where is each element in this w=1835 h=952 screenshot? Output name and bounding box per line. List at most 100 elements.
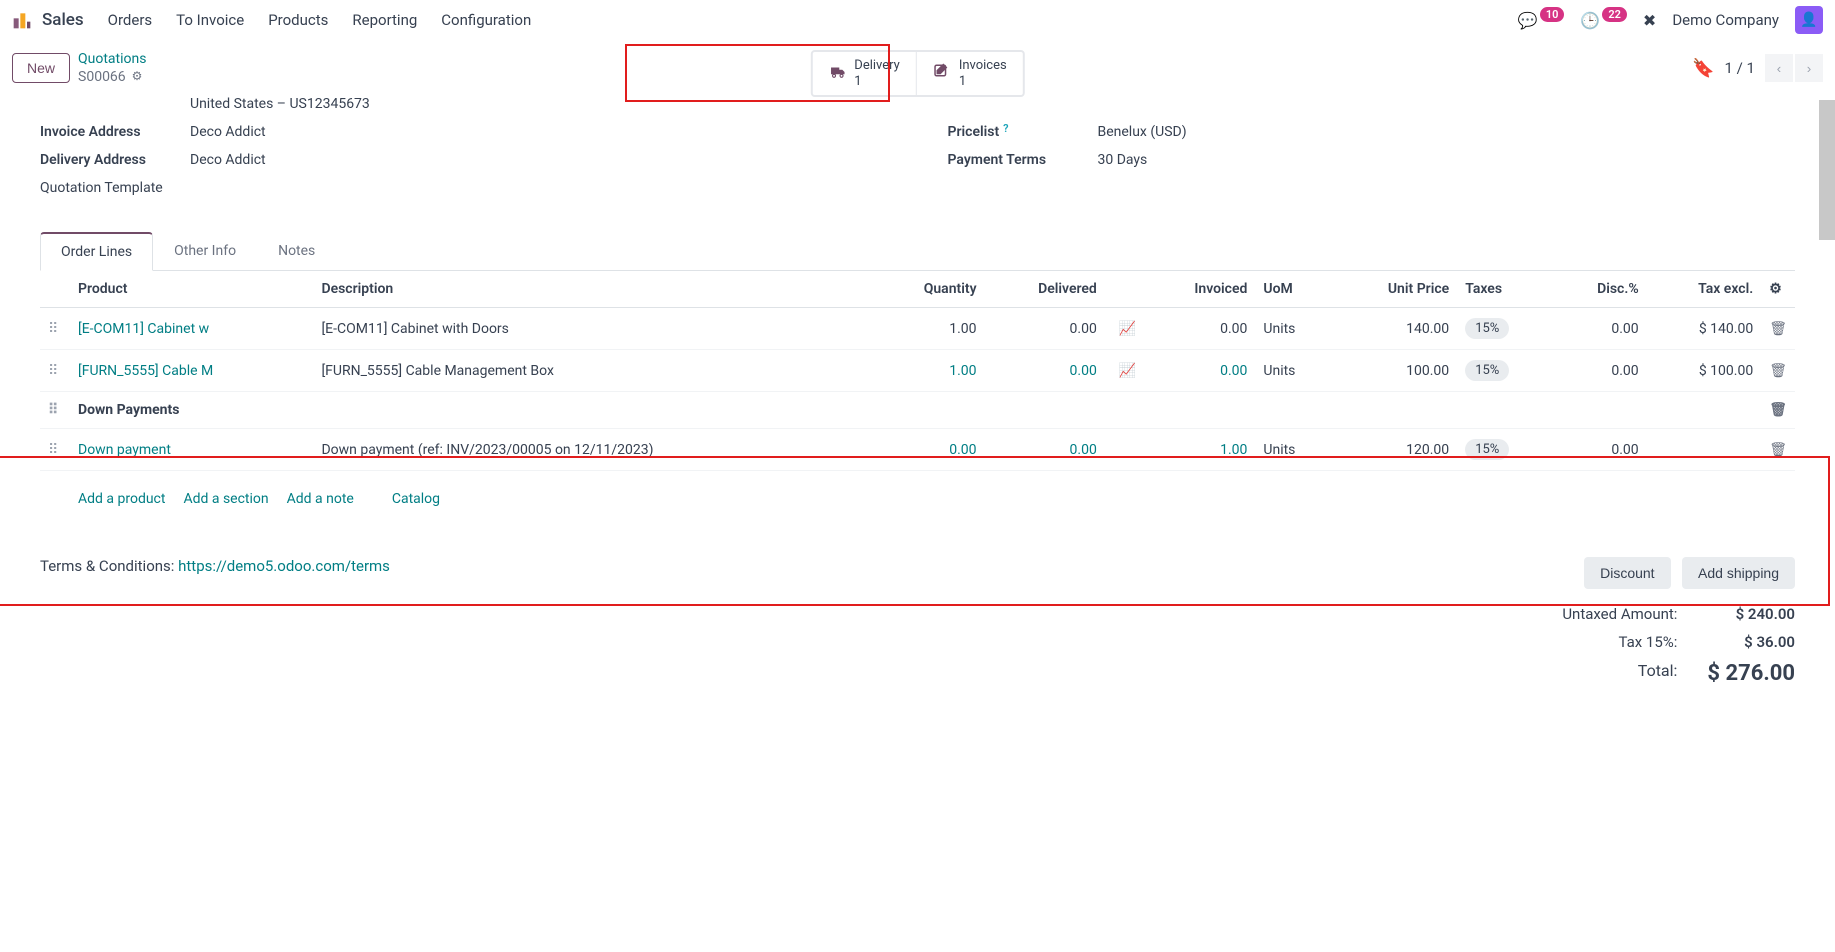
messages-icon[interactable]: 💬10 [1518, 11, 1565, 30]
help-icon[interactable]: ? [1003, 122, 1008, 135]
invoices-stat-button[interactable]: Invoices 1 [917, 52, 1023, 95]
line-qty[interactable]: 1.00 [874, 350, 985, 392]
delete-line-icon[interactable]: 🗑 [1769, 442, 1787, 458]
messages-badge: 10 [1540, 7, 1565, 22]
col-description[interactable]: Description [313, 271, 873, 308]
drag-handle-icon[interactable]: ⠿ [48, 402, 58, 418]
line-qty[interactable]: 0.00 [874, 429, 985, 471]
line-description[interactable]: [FURN_5555] Cable Management Box [313, 350, 873, 392]
line-uom[interactable]: Units [1255, 350, 1332, 392]
pager-text: 1 / 1 [1725, 59, 1756, 77]
nav-configuration[interactable]: Configuration [441, 11, 531, 29]
line-unit-price[interactable]: 140.00 [1333, 308, 1457, 350]
forecast-icon[interactable]: 📈 [1119, 321, 1136, 337]
nav-reporting[interactable]: Reporting [352, 11, 417, 29]
tab-other-info[interactable]: Other Info [153, 232, 257, 270]
col-invoiced[interactable]: Invoiced [1144, 271, 1255, 308]
terms-link[interactable]: https://demo5.odoo.com/terms [178, 557, 390, 575]
line-disc[interactable]: 0.00 [1554, 350, 1647, 392]
breadcrumb-parent[interactable]: Quotations [78, 50, 146, 68]
tab-notes[interactable]: Notes [257, 232, 336, 270]
invoice-address-value[interactable]: Deco Addict [190, 124, 266, 140]
delete-line-icon[interactable]: 🗑 [1769, 321, 1787, 337]
add-product-link[interactable]: Add a product [78, 491, 165, 507]
col-product[interactable]: Product [70, 271, 313, 308]
column-settings-icon[interactable]: ⚙ [1761, 271, 1795, 308]
line-uom[interactable]: Units [1255, 429, 1332, 471]
nav-menu: Orders To Invoice Products Reporting Con… [108, 11, 1518, 29]
product-link[interactable]: [FURN_5555] Cable M [78, 363, 213, 379]
line-uom[interactable]: Units [1255, 308, 1332, 350]
col-disc[interactable]: Disc.% [1554, 271, 1647, 308]
nav-to-invoice[interactable]: To Invoice [176, 11, 244, 29]
col-unit-price[interactable]: Unit Price [1333, 271, 1457, 308]
line-invoiced[interactable]: 0.00 [1144, 308, 1255, 350]
line-disc[interactable]: 0.00 [1554, 429, 1647, 471]
activities-badge: 22 [1602, 7, 1627, 22]
col-tax-excl[interactable]: Tax excl. [1647, 271, 1762, 308]
nav-orders[interactable]: Orders [108, 11, 153, 29]
drag-handle-icon[interactable]: ⠿ [48, 321, 58, 337]
line-disc[interactable]: 0.00 [1554, 308, 1647, 350]
nav-products[interactable]: Products [268, 11, 328, 29]
bookmark-icon[interactable]: 🔖 [1692, 58, 1714, 79]
line-delivered[interactable]: 0.00 [985, 429, 1105, 471]
col-quantity[interactable]: Quantity [874, 271, 985, 308]
product-link[interactable]: Down payment [78, 442, 171, 458]
terms-area: Terms & Conditions: https://demo5.odoo.c… [40, 557, 390, 575]
drag-handle-icon[interactable]: ⠿ [48, 363, 58, 379]
pager-area: 🔖 1 / 1 ‹ › [1692, 54, 1823, 82]
discount-button[interactable]: Discount [1584, 557, 1670, 589]
tab-order-lines[interactable]: Order Lines [40, 232, 153, 271]
catalog-link[interactable]: Catalog [392, 491, 440, 507]
order-line-row[interactable]: ⠿ [E-COM11] Cabinet w [E-COM11] Cabinet … [40, 308, 1795, 350]
scrollbar[interactable] [1819, 100, 1835, 240]
tax-chip[interactable]: 15% [1465, 439, 1509, 460]
order-line-row[interactable]: ⠿ [FURN_5555] Cable M [FURN_5555] Cable … [40, 350, 1795, 392]
line-invoiced[interactable]: 0.00 [1144, 350, 1255, 392]
pricelist-value[interactable]: Benelux (USD) [1098, 124, 1187, 140]
pager-next-button[interactable]: › [1795, 54, 1823, 82]
payment-terms-value[interactable]: 30 Days [1098, 152, 1148, 168]
delivery-label: Delivery [854, 58, 900, 74]
app-title[interactable]: Sales [42, 10, 84, 30]
col-uom[interactable]: UoM [1255, 271, 1332, 308]
new-button[interactable]: New [12, 53, 70, 83]
user-avatar[interactable]: 👤 [1795, 6, 1823, 34]
line-qty[interactable]: 1.00 [874, 308, 985, 350]
line-delivered[interactable]: 0.00 [985, 350, 1105, 392]
section-title[interactable]: Down Payments [70, 392, 1761, 429]
activities-icon[interactable]: 🕒22 [1580, 11, 1627, 30]
delete-section-icon[interactable]: 🗑 [1769, 402, 1787, 418]
gear-icon[interactable]: ⚙ [132, 69, 143, 85]
pager-prev-button[interactable]: ‹ [1765, 54, 1793, 82]
add-shipping-button[interactable]: Add shipping [1682, 557, 1795, 589]
company-name[interactable]: Demo Company [1672, 11, 1779, 29]
line-excl [1647, 429, 1762, 471]
tools-icon[interactable]: ✖ [1643, 11, 1656, 30]
delete-line-icon[interactable]: 🗑 [1769, 363, 1787, 379]
tax-chip[interactable]: 15% [1465, 318, 1509, 339]
forecast-icon[interactable]: 📈 [1119, 363, 1136, 379]
delivery-address-label: Delivery Address [40, 152, 190, 168]
line-delivered[interactable]: 0.00 [985, 308, 1105, 350]
line-description[interactable]: Down payment (ref: INV/2023/00005 on 12/… [313, 429, 873, 471]
col-delivered[interactable]: Delivered [985, 271, 1105, 308]
delivery-address-value[interactable]: Deco Addict [190, 152, 266, 168]
delivery-count: 1 [854, 74, 900, 90]
add-section-link[interactable]: Add a section [183, 491, 268, 507]
delivery-stat-button[interactable]: Delivery 1 [812, 52, 917, 95]
section-row[interactable]: ⠿ Down Payments 🗑 [40, 392, 1795, 429]
line-invoiced[interactable]: 1.00 [1144, 429, 1255, 471]
col-taxes[interactable]: Taxes [1457, 271, 1554, 308]
terms-label: Terms & Conditions: [40, 557, 178, 575]
drag-handle-icon[interactable]: ⠿ [48, 442, 58, 458]
down-payment-row[interactable]: ⠿ Down payment Down payment (ref: INV/20… [40, 429, 1795, 471]
line-description[interactable]: [E-COM11] Cabinet with Doors [313, 308, 873, 350]
nav-right: 💬10 🕒22 ✖ Demo Company 👤 [1518, 6, 1823, 34]
tax-chip[interactable]: 15% [1465, 360, 1509, 381]
product-link[interactable]: [E-COM11] Cabinet w [78, 321, 209, 337]
line-unit-price[interactable]: 120.00 [1333, 429, 1457, 471]
add-note-link[interactable]: Add a note [287, 491, 354, 507]
line-unit-price[interactable]: 100.00 [1333, 350, 1457, 392]
